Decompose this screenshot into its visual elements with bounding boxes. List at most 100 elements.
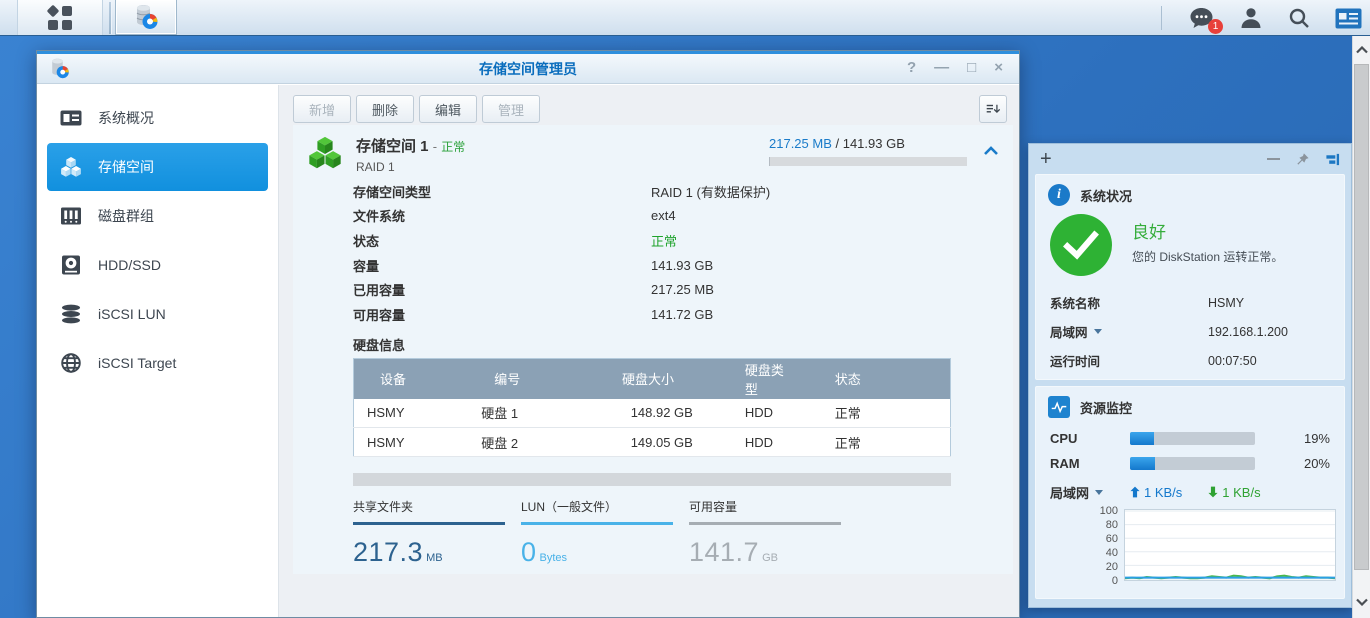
desktop-scrollbar[interactable] xyxy=(1352,36,1370,618)
sort-button[interactable] xyxy=(979,95,1007,123)
storage-manager-icon xyxy=(133,4,159,30)
detail-row: 可用容量141.72 GB xyxy=(353,302,1013,327)
iscsi-lun-icon xyxy=(59,302,83,326)
maximize-button[interactable]: □ xyxy=(967,60,976,75)
arrow-down-icon xyxy=(1208,486,1218,498)
search-icon[interactable] xyxy=(1287,6,1311,30)
help-button[interactable]: ? xyxy=(907,60,916,75)
widget-title: 资源监控 xyxy=(1080,398,1132,417)
notifications-icon[interactable]: 1 xyxy=(1188,6,1215,30)
minimize-widgets-icon[interactable] xyxy=(1267,158,1280,160)
window-controls: ? — □ × xyxy=(907,51,1003,84)
add-widget-button[interactable]: + xyxy=(1040,149,1052,169)
health-label: 运行时间 xyxy=(1050,351,1208,370)
dock-right-icon[interactable] xyxy=(1325,152,1340,167)
volume-stat: LUN（一般文件）0Bytes xyxy=(521,498,689,568)
stat-number: 0 xyxy=(521,537,537,567)
stat-underline xyxy=(521,522,673,525)
resource-meters: CPU 19% RAM20% xyxy=(1036,426,1344,476)
arrow-up-icon xyxy=(1130,486,1140,498)
health-label[interactable]: 局域网 xyxy=(1050,322,1208,341)
volume-capacity-bar xyxy=(353,473,951,486)
sidebar-item-iscsi-lun[interactable]: iSCSI LUN xyxy=(47,290,268,338)
volume-panel: 存储空间 1 - 正常 RAID 1 217.25 MB / 141.93 GB xyxy=(293,125,1013,574)
table-row[interactable]: HSMY硬盘 1148.92 GBHDD正常 xyxy=(354,399,951,428)
chevron-down-icon xyxy=(1095,490,1103,495)
storage-manager-taskbar-button[interactable] xyxy=(115,0,177,35)
table-cell: HSMY xyxy=(354,428,469,457)
disk-table: 设备编号硬盘大小硬盘类型状态 HSMY硬盘 1148.92 GBHDD正常HSM… xyxy=(353,358,951,458)
table-cell: 硬盘 2 xyxy=(468,428,583,457)
sidebar-item-hdd[interactable]: HDD/SSD xyxy=(47,241,268,289)
meter-fill xyxy=(1130,457,1155,470)
volume-details: 存储空间类型RAID 1 (有数据保护)文件系统ext4状态正常容量141.93… xyxy=(353,179,1013,327)
table-cell: 正常 xyxy=(791,428,951,457)
column-header[interactable]: 编号 xyxy=(468,358,583,399)
sidebar-item-label: 存储空间 xyxy=(98,157,154,177)
sidebar-item-disk-group[interactable]: 磁盘群组 xyxy=(47,192,268,240)
sidebar-item-overview[interactable]: 系统概况 xyxy=(47,94,268,142)
volume-title: 存储空间 1 - 正常 xyxy=(356,135,465,156)
main-menu-button[interactable] xyxy=(17,0,103,35)
axis-tick-label: 100 xyxy=(1050,504,1118,518)
toolbar-button[interactable]: 管理 xyxy=(482,95,540,123)
titlebar[interactable]: 存储空间管理员 ?—□× xyxy=(37,51,1019,84)
detail-label: 文件系统 xyxy=(353,206,651,225)
detail-label: 状态 xyxy=(353,231,651,250)
pin-icon[interactable] xyxy=(1295,152,1310,167)
collapse-chevron-up-icon[interactable] xyxy=(983,145,999,156)
detail-row: 文件系统ext4 xyxy=(353,204,1013,229)
sidebar-item-iscsi-target[interactable]: iSCSI Target xyxy=(47,339,268,387)
taskbar-divider xyxy=(109,2,111,34)
health-message: 您的 DiskStation 运转正常。 xyxy=(1132,248,1283,265)
stat-value: 141.7GB xyxy=(689,537,857,568)
health-status: 良好 xyxy=(1132,218,1166,243)
minimize-button[interactable]: — xyxy=(934,60,949,75)
volume-status: 正常 xyxy=(441,140,465,154)
scroll-up-icon[interactable] xyxy=(1353,40,1370,60)
toolbar-button[interactable]: 新增 xyxy=(293,95,351,123)
column-header[interactable]: 设备 xyxy=(354,358,469,399)
column-header[interactable]: 硬盘类型 xyxy=(713,358,791,399)
disk-info-title: 硬盘信息 xyxy=(353,335,1013,352)
pilot-view-icon[interactable] xyxy=(1335,8,1362,29)
table-row[interactable]: HSMY硬盘 2149.05 GBHDD正常 xyxy=(354,428,951,457)
meter-percent: 19% xyxy=(1304,431,1330,446)
scrollbar-thumb[interactable] xyxy=(1354,64,1369,570)
detail-value: ext4 xyxy=(651,208,676,223)
info-icon: i xyxy=(1048,184,1070,206)
detail-value: 217.25 MB xyxy=(651,282,714,297)
stat-underline xyxy=(353,522,505,525)
axis-tick-label: 60 xyxy=(1050,532,1118,546)
health-value: 192.168.1.200 xyxy=(1208,325,1288,339)
hdd-icon xyxy=(59,253,83,277)
chevron-down-icon xyxy=(1094,329,1102,334)
meter-label: CPU xyxy=(1050,431,1130,446)
volume-raid-type: RAID 1 xyxy=(356,160,465,174)
sidebar-item-volume[interactable]: 存储空间 xyxy=(47,143,268,191)
user-icon[interactable] xyxy=(1239,6,1263,30)
sidebar-item-label: 磁盘群组 xyxy=(98,206,154,226)
volume-stat: 可用容量141.7GB xyxy=(689,498,857,568)
table-cell: 硬盘 1 xyxy=(468,399,583,428)
toolbar-button[interactable]: 编辑 xyxy=(419,95,477,123)
close-button[interactable]: × xyxy=(994,60,1003,75)
column-header[interactable]: 状态 xyxy=(791,358,951,399)
stat-label: LUN（一般文件） xyxy=(521,498,689,515)
column-header[interactable]: 硬盘大小 xyxy=(583,358,713,399)
health-row: 局域网192.168.1.200 xyxy=(1050,317,1336,346)
volume-stats: 共享文件夹217.3MBLUN（一般文件）0Bytes可用容量141.7GB xyxy=(353,498,1013,568)
iscsi-target-icon xyxy=(59,351,83,375)
sidebar-item-label: HDD/SSD xyxy=(98,257,161,273)
pulse-icon xyxy=(1048,396,1070,418)
toolbar-button[interactable]: 删除 xyxy=(356,95,414,123)
sort-icon xyxy=(986,101,1000,117)
axis-tick-label: 80 xyxy=(1050,518,1118,532)
scroll-down-icon[interactable] xyxy=(1353,592,1370,612)
storage-manager-window: 存储空间管理员 ?—□× 系统概况存储空间磁盘群组HDD/SSDiSCSI LU… xyxy=(36,50,1020,618)
volume-icon xyxy=(306,133,344,173)
resource-meter: RAM20% xyxy=(1036,451,1344,476)
resource-meter: CPU 19% xyxy=(1036,426,1344,451)
volume-icon xyxy=(59,155,83,179)
network-interface-dropdown[interactable]: 局域网 xyxy=(1050,483,1130,502)
